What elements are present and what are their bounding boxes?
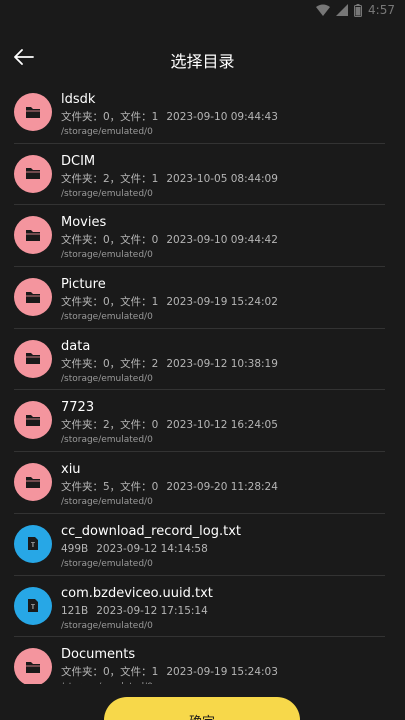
item-count: 121B [61, 604, 89, 617]
signal-icon [336, 4, 349, 16]
item-meta: 文件夹：2，文件：1 2023-10-05 08:44:09 [61, 171, 385, 187]
list-item[interactable]: data 文件夹：0，文件：2 2023-09-12 10:38:19/storag… [14, 329, 385, 391]
text-file-icon: T [14, 586, 52, 625]
item-name: Picture [61, 277, 106, 293]
item-path: /storage/emulated/0 [61, 127, 153, 137]
item-text: ldsdk 文件夹：0，文件：1 2023-09-10 09:44:43/stora… [61, 91, 385, 139]
list-item[interactable]: DCIM 文件夹：2，文件：1 2023-10-05 08:44:09/storag… [14, 144, 385, 206]
svg-text:T: T [30, 604, 35, 611]
svg-text:T: T [30, 542, 35, 549]
list-item[interactable]: xiu 文件夹：5，文件：0 2023-09-20 11:28:24/storage… [14, 452, 385, 514]
item-name: Movies [61, 215, 107, 231]
item-name: com.bzdeviceo.uuid.txt [61, 585, 213, 601]
list-item[interactable]: 7723 文件夹：2，文件：0 2023-10-12 16:24:05/storag… [14, 390, 385, 453]
item-path: /storage/emulated/0 [61, 558, 153, 569]
item-meta: 文件夹：0，文件：1 2023-09-19 15:24:02 [61, 294, 385, 310]
item-text: com.bzdeviceo.uuid.txt 121B 2023-09-12 17:… [61, 585, 385, 633]
item-meta: 文件夹：5，文件：0 2023-09-20 11:28:24 [61, 479, 385, 495]
item-text: cc_download_record_log.txt 499B 2023-09-12… [61, 523, 385, 571]
item-text: Picture 文件夹：0，文件：1 2023-09-19 15:24:02/sto… [61, 276, 385, 324]
wifi-icon [316, 4, 331, 16]
list-item[interactable]: Tcc_download_record_log.txt 499B 2023-09-1… [14, 514, 385, 576]
item-date: 2023-09-20 11:28:24 [166, 481, 278, 494]
item-name: xiu [61, 462, 81, 478]
item-text: 7723 文件夹：2，文件：0 2023-10-12 16:24:05/storag… [61, 399, 385, 447]
item-text: xiu 文件夹：5，文件：0 2023-09-20 11:28:24/storage… [61, 461, 385, 509]
item-path: /storage/emulated/0 [61, 312, 153, 323]
header: 选择目录 [0, 40, 405, 78]
item-meta: 文件夹：0，文件：2 2023-09-12 10:38:19 [61, 356, 385, 372]
item-path: /storage/emulated/0 [61, 620, 153, 631]
item-name: DCIM [61, 153, 96, 169]
text-file-icon: T [14, 524, 52, 563]
item-count: 文件夹：0，文件：1 [61, 296, 159, 309]
item-path: /storage/emulated/0 [61, 373, 153, 384]
item-date: 2023-09-12 10:38:19 [166, 357, 278, 370]
status-bar: 4:57 [0, 0, 405, 24]
item-count: 文件夹：5，文件：0 [61, 481, 159, 494]
item-count: 文件夹：0，文件：1 [61, 666, 159, 679]
item-name: Documents [61, 647, 136, 663]
folder-icon [14, 401, 52, 440]
page-title: 选择目录 [170, 52, 235, 71]
list-item[interactable]: Tcom.bzdeviceo.uuid.txt 121B 2023-09-12 17… [14, 576, 385, 638]
list-item[interactable]: Picture 文件夹：0，文件：1 2023-09-19 15:24:02/sto… [14, 267, 385, 329]
directory-list: ldsdk 文件夹：0，文件：1 2023-09-10 09:44:43/stora… [0, 82, 405, 684]
item-meta: 文件夹：2，文件：0 2023-10-12 16:24:05 [61, 417, 385, 433]
folder-icon [14, 278, 52, 317]
item-count: 文件夹：0，文件：0 [61, 234, 159, 247]
item-count: 文件夹：2，文件：0 [61, 419, 159, 432]
item-text: Documents 文件夹：0，文件：1 2023-09-19 15:24:03/s… [61, 646, 385, 684]
item-date: 2023-09-19 15:24:02 [166, 296, 278, 309]
item-name: cc_download_record_log.txt [61, 523, 242, 539]
item-name: data [61, 338, 91, 354]
item-meta: 121B 2023-09-12 17:15:14 [61, 603, 385, 619]
folder-icon [14, 93, 52, 131]
folder-icon [14, 339, 52, 378]
item-date: 2023-10-12 16:24:05 [166, 419, 278, 432]
list-item[interactable]: Movies 文件夹：0，文件：0 2023-09-10 09:44:42/stor… [14, 205, 385, 268]
item-count: 文件夹：2，文件：1 [61, 172, 159, 185]
item-meta: 文件夹：0，文件：1 2023-09-10 09:44:43 [61, 109, 385, 125]
item-meta: 文件夹：0，文件：1 2023-09-19 15:24:03 [61, 664, 385, 680]
folder-icon [14, 216, 52, 255]
item-path: /storage/emulated/0 [61, 680, 385, 684]
item-date: 2023-09-19 15:24:03 [166, 666, 278, 679]
item-meta: 499B 2023-09-12 14:14:58 [61, 541, 385, 557]
item-date: 2023-10-05 08:44:09 [166, 172, 278, 185]
folder-icon [14, 463, 52, 502]
item-text: data 文件夹：0，文件：2 2023-09-12 10:38:19/storag… [61, 338, 385, 386]
item-path: /storage/emulated/0 [61, 435, 153, 446]
list-item[interactable]: ldsdk 文件夹：0，文件：1 2023-09-10 09:44:43/stora… [14, 82, 385, 144]
list-item[interactable]: Documents 文件夹：0，文件：1 2023-09-19 15:24:03/s… [14, 637, 385, 684]
folder-icon [14, 154, 52, 193]
item-count: 文件夹：0，文件：1 [61, 111, 159, 123]
item-meta: 文件夹：0，文件：0 2023-09-10 09:44:42 [61, 232, 385, 248]
confirm-button[interactable]: 确定 [104, 697, 300, 720]
item-count: 499B [61, 542, 89, 555]
folder-icon [14, 648, 52, 684]
status-icons: 4:57 [316, 3, 395, 17]
item-path: /storage/emulated/0 [61, 497, 153, 508]
item-date: 2023-09-12 17:15:14 [96, 604, 208, 617]
item-date: 2023-09-12 14:14:58 [96, 542, 208, 555]
item-name: 7723 [61, 400, 95, 416]
item-date: 2023-09-10 09:44:42 [166, 234, 278, 247]
item-path: /storage/emulated/0 [61, 250, 153, 261]
item-date: 2023-09-10 09:44:43 [166, 111, 278, 123]
item-path: /storage/emulated/0 [61, 188, 153, 199]
item-text: Movies 文件夹：0，文件：0 2023-09-10 09:44:42/stor… [61, 214, 385, 262]
status-time: 4:57 [368, 3, 395, 17]
item-count: 文件夹：0，文件：2 [61, 357, 159, 370]
item-text: DCIM 文件夹：2，文件：1 2023-10-05 08:44:09/storag… [61, 153, 385, 201]
item-name: ldsdk [61, 92, 96, 107]
battery-icon [354, 3, 363, 17]
